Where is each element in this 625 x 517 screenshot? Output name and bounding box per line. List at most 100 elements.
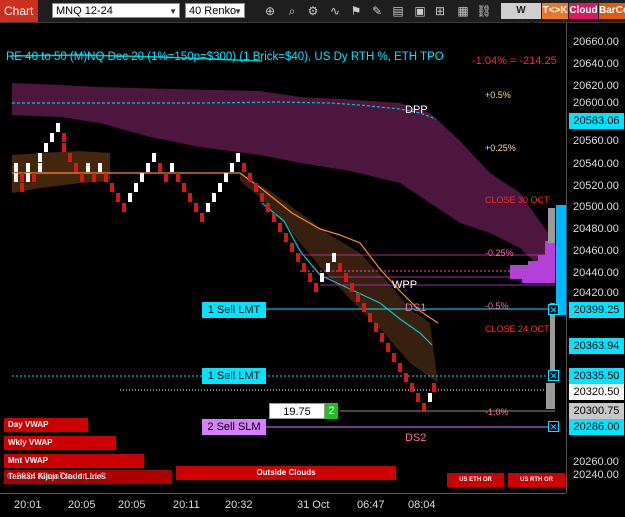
bar-type-value: 40 Renko <box>189 5 237 17</box>
renko-brick <box>242 163 246 172</box>
close-30-oct-label: CLOSE 30 OCT <box>485 195 550 205</box>
renko-brick <box>206 203 210 212</box>
renko-brick <box>284 233 288 242</box>
wkly-vwap-button[interactable]: Wkly VWAP <box>4 436 116 450</box>
renko-brick <box>332 253 336 262</box>
y-tick: 20460.00 <box>573 245 619 257</box>
renko-brick <box>344 273 348 282</box>
y-tick: 20440.00 <box>573 267 619 279</box>
renko-brick <box>68 153 72 162</box>
chevron-down-icon: ▼ <box>234 7 242 16</box>
link-icon[interactable]: ⛓ <box>476 3 492 19</box>
time-axis[interactable]: 20:01 20:05 20:05 20:11 20:32 31 Oct 06:… <box>0 493 566 517</box>
snapshot-icon[interactable]: ▣ <box>412 3 428 19</box>
price-axis[interactable]: 20660.00 20640.00 20620.00 20600.00 2056… <box>566 23 625 493</box>
close-24-oct-label: CLOSE 24 OCT <box>485 324 550 334</box>
renko-brick <box>302 263 306 272</box>
renko-brick <box>110 183 114 192</box>
w-vwap-button[interactable]: W VWAP <box>501 3 541 32</box>
renko-brick <box>432 383 436 392</box>
sell-lmt-order-1[interactable]: 1 Sell LMT <box>202 302 266 318</box>
crosshair-icon[interactable]: ⊕ <box>262 3 278 19</box>
minus1-label: -1.0% <box>485 407 509 417</box>
pnl-readout: -1.04% = -214.25 <box>472 55 557 67</box>
price-label-cyan: 20583.06 <box>569 113 624 129</box>
renko-brick <box>20 173 24 182</box>
renko-brick <box>296 253 300 262</box>
cloud-button[interactable]: Cloud <box>569 3 598 19</box>
tenkan-kijun-button[interactable]: T<>K <box>542 3 568 19</box>
cancel-order-3-icon[interactable]: ✕ <box>548 421 559 432</box>
bar-type-selector[interactable]: 40 Renko ▼ <box>185 3 245 18</box>
indicators-icon[interactable]: ∿ <box>327 3 343 19</box>
renko-brick <box>116 193 120 202</box>
renko-brick <box>146 163 150 172</box>
instrument-selector[interactable]: MNQ 12-24 ▼ <box>52 3 180 18</box>
cancel-order-1-icon[interactable]: ✕ <box>548 304 559 315</box>
x-tick: 20:05 <box>68 499 96 511</box>
outside-clouds-button[interactable]: Outside Clouds <box>176 466 396 480</box>
renko-brick <box>38 153 42 162</box>
x-tick: 20:05 <box>118 499 146 511</box>
renko-brick <box>128 193 132 202</box>
renko-brick <box>428 393 432 402</box>
renko-brick <box>44 143 48 152</box>
sell-slm-order[interactable]: 2 Sell SLM <box>202 419 266 435</box>
renko-brick <box>50 133 54 142</box>
renko-brick <box>374 323 378 332</box>
renko-brick <box>158 163 162 172</box>
renko-brick <box>182 183 186 192</box>
renko-brick <box>410 383 414 392</box>
us-eth-or-button[interactable]: US ETH OR <box>447 473 504 487</box>
renko-brick <box>266 203 270 212</box>
volume-highlight <box>556 205 566 315</box>
renko-brick <box>290 243 294 252</box>
renko-brick <box>170 163 174 172</box>
renko-brick <box>326 263 330 272</box>
renko-brick <box>134 183 138 192</box>
renko-brick <box>248 173 252 182</box>
renko-brick <box>386 343 390 352</box>
renko-brick <box>56 123 60 132</box>
templates-icon[interactable]: ▤ <box>390 3 406 19</box>
renko-brick <box>164 173 168 182</box>
renko-brick <box>86 163 90 172</box>
plus025-label: +0.25% <box>485 143 516 153</box>
sell-lmt-order-2[interactable]: 1 Sell LMT <box>202 368 266 384</box>
chart-panel[interactable]: RE 40 to 50 (M)NQ Dec 20 (1%=150p=$300) … <box>0 23 566 493</box>
mnt-vwap-button[interactable]: Mnt VWAP <box>4 454 144 468</box>
x-tick: 08:04 <box>408 499 436 511</box>
drawing-tools-icon[interactable]: ✎ <box>369 3 385 19</box>
y-tick: 20540.00 <box>573 158 619 170</box>
renko-brick <box>194 203 198 212</box>
renko-brick <box>152 153 156 162</box>
renko-brick <box>122 203 126 212</box>
x-tick: 20:32 <box>225 499 253 511</box>
renko-brick <box>26 163 30 172</box>
position-qty[interactable]: 2 <box>325 403 338 419</box>
us-rth-or-button[interactable]: US RTH OR <box>508 473 565 487</box>
chevron-down-icon: ▼ <box>169 7 177 16</box>
data-box-icon[interactable]: ▦ <box>455 3 471 19</box>
barcolor-button[interactable]: BarCo <box>599 3 625 19</box>
position-pnl[interactable]: 19.75 <box>269 403 325 419</box>
y-tick: 20660.00 <box>573 36 619 48</box>
price-label-sell-slm: 20286.00 <box>569 419 624 435</box>
strategies-icon[interactable]: ⚑ <box>348 3 364 19</box>
zoom-icon[interactable]: ⌕ <box>284 3 300 19</box>
cancel-order-2-icon[interactable]: ✕ <box>548 370 559 381</box>
dpp-label: DPP <box>405 104 428 116</box>
renko-brick <box>308 273 312 282</box>
day-vwap-button[interactable]: Day VWAP <box>4 418 88 432</box>
y-tick: 20600.00 <box>573 97 619 109</box>
y-tick: 20260.00 <box>573 456 619 468</box>
renko-brick <box>212 193 216 202</box>
price-label-last: 20320.50 <box>569 384 624 400</box>
renko-brick <box>62 133 66 142</box>
chart-tab[interactable]: Chart <box>0 0 38 22</box>
renko-brick <box>362 303 366 312</box>
properties-icon[interactable]: ⚙ <box>305 3 321 19</box>
renko-brick <box>422 403 426 412</box>
y-tick: 20420.00 <box>573 287 619 299</box>
chart-trader-icon[interactable]: ⊞ <box>432 3 448 19</box>
